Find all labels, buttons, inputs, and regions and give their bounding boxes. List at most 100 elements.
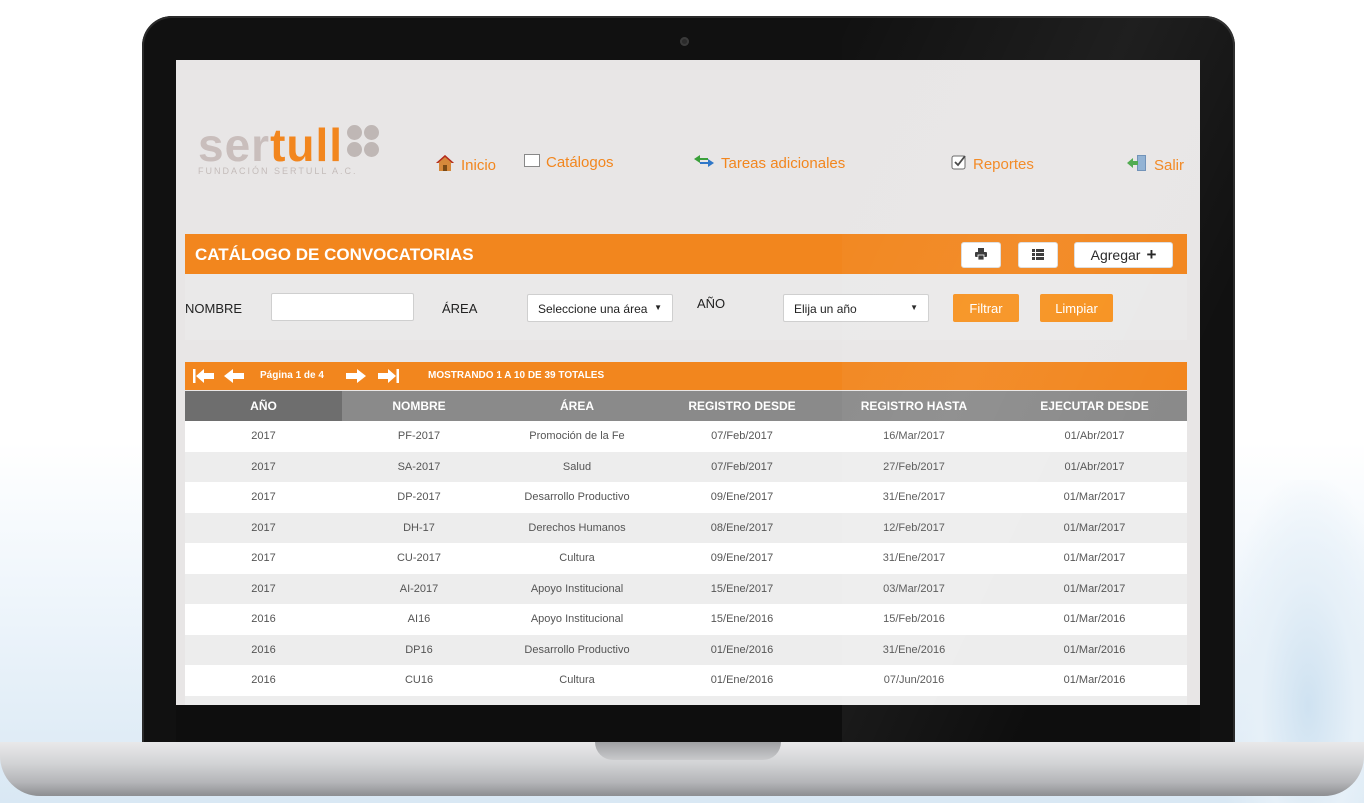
table-body: 2017 PF-2017 Promoción de la Fe 07/Feb/2…: [185, 421, 1187, 705]
nav-inicio[interactable]: Inicio: [435, 154, 496, 176]
cell-registro-desde: 09/Ene/2017: [710, 491, 774, 503]
cell-ejecutar-desde: 01/Mar/2017: [1063, 521, 1126, 534]
first-page-arrow-icon[interactable]: [193, 367, 215, 388]
prev-page-arrow-icon[interactable]: [223, 367, 245, 388]
cell-nombre: DH-17: [403, 521, 435, 534]
nombre-input[interactable]: [271, 293, 414, 321]
filtrar-button[interactable]: Filtrar: [953, 294, 1019, 322]
clover-icon: [347, 125, 381, 159]
app-header: sertull FUNDACIÓN SERTULL A.C. Inicio Ca…: [176, 60, 1200, 220]
cell-ejecutar-desde: 01/Mar/2016: [1063, 674, 1126, 686]
print-button[interactable]: [961, 242, 1001, 268]
list-icon: [1032, 247, 1044, 263]
table-row[interactable]: 2016 DP16 Desarrollo Productivo 01/Ene/2…: [185, 634, 1187, 665]
cell-registro-hasta: 07/Jun/2016: [883, 674, 945, 686]
table-row[interactable]: 2017 SA-2017 Salud 07/Feb/2017 27/Feb/20…: [185, 451, 1187, 482]
sertull-logo[interactable]: sertull FUNDACIÓN SERTULL A.C.: [198, 122, 381, 176]
cell-registro-hasta: 27/Feb/2017: [883, 460, 945, 473]
column-header-registro-hasta[interactable]: REGISTRO HASTA: [826, 391, 1002, 421]
list-view-button[interactable]: [1018, 242, 1058, 268]
cell-anio: 2017: [251, 460, 276, 473]
catalog-icon: [524, 154, 540, 171]
swap-arrows-icon: [693, 154, 715, 172]
nombre-label: NOMBRE: [185, 301, 243, 316]
column-header-area[interactable]: ÁREA: [496, 391, 658, 421]
cell-anio: 2016: [251, 674, 276, 686]
filter-bar: NOMBRE ÁREA Seleccione una área ▼ AÑO El…: [185, 274, 1187, 340]
app-screen: sertull FUNDACIÓN SERTULL A.C. Inicio Ca…: [176, 60, 1200, 705]
home-icon: [435, 154, 455, 176]
cell-area: Promoción de la Fe: [529, 430, 625, 442]
last-page-arrow-icon[interactable]: [377, 367, 399, 388]
results-summary: MOSTRANDO 1 A 10 DE 39 TOTALES: [428, 370, 605, 381]
cell-registro-desde: 15/Ene/2016: [710, 613, 774, 625]
cell-registro-desde: 08/Ene/2017: [710, 521, 774, 534]
nav-tareas-label: Tareas adicionales: [721, 154, 846, 172]
table-header: AÑO NOMBRE ÁREA REGISTRO DESDE REGISTRO …: [185, 391, 1187, 421]
cell-nombre: SA-2017: [397, 460, 441, 473]
limpiar-button[interactable]: Limpiar: [1040, 294, 1113, 322]
nav-tareas-adicionales[interactable]: Tareas adicionales: [693, 154, 845, 172]
cell-registro-desde: 07/Feb/2017: [711, 460, 773, 473]
cell-nombre: DP16: [405, 643, 433, 656]
add-button-label: Agregar: [1090, 247, 1141, 263]
cell-ejecutar-desde: 01/Abr/2017: [1064, 430, 1125, 442]
pagination-bar: Página 1 de 4 MOSTRANDO 1 A 10 DE 39 TOT…: [185, 362, 1187, 390]
logo-text-tull: tull: [270, 119, 344, 171]
cell-registro-desde: 01/Ene/2016: [710, 674, 774, 686]
column-header-registro-desde[interactable]: REGISTRO DESDE: [658, 391, 826, 421]
cell-registro-hasta: 15/Feb/2016: [883, 613, 945, 625]
cell-area: Cultura: [559, 674, 595, 686]
nav-reportes[interactable]: Reportes: [951, 154, 1034, 174]
camera-icon: [680, 37, 689, 46]
cell-ejecutar-desde: 01/Mar/2017: [1063, 582, 1126, 595]
next-page-arrow-icon[interactable]: [345, 367, 367, 388]
cell-registro-desde: 07/Feb/2017: [711, 430, 773, 442]
nav-salir-label: Salir: [1154, 156, 1185, 174]
table-row[interactable]: 2017 AI-2017 Apoyo Institucional 15/Ene/…: [185, 573, 1187, 604]
cell-area: Cultura: [559, 552, 595, 564]
cell-ejecutar-desde: 01/Mar/2016: [1063, 643, 1126, 656]
column-header-ejecutar-desde[interactable]: EJECUTAR DESDE: [1002, 391, 1187, 421]
table-row[interactable]: 2016 AI16 Apoyo Institucional 15/Ene/201…: [185, 604, 1187, 635]
table-row[interactable]: 2017 DH-17 Derechos Humanos 08/Ene/2017 …: [185, 512, 1187, 543]
anio-label: AÑO: [697, 296, 726, 311]
logo-text-ser: ser: [198, 119, 271, 171]
cell-nombre: DH16: [342, 696, 496, 706]
plus-icon: +: [1146, 245, 1157, 264]
logo-wordmark: sertull: [198, 122, 381, 168]
cell-ejecutar-desde: 01/Abr/2017: [1064, 460, 1125, 473]
laptop-bezel: sertull FUNDACIÓN SERTULL A.C. Inicio Ca…: [142, 16, 1235, 758]
table-row[interactable]: 2017 CU-2017 Cultura 09/Ene/2017 31/Ene/…: [185, 543, 1187, 574]
cell-anio: 2016: [251, 613, 276, 625]
cell-registro-desde: 09/Ene/2017: [710, 552, 774, 564]
table-row[interactable]: 2017 PF-2017 Promoción de la Fe 07/Feb/2…: [185, 421, 1187, 452]
cell-registro-hasta: 31/Ene/2017: [882, 552, 946, 564]
nav-salir[interactable]: Salir: [1126, 154, 1184, 176]
nav-inicio-label: Inicio: [461, 156, 497, 174]
cell-anio: 2016: [185, 696, 342, 706]
add-button[interactable]: Agregar +: [1074, 242, 1173, 268]
cell-registro-hasta: 03/Mar/2017: [883, 582, 945, 595]
area-select-value: Seleccione una área: [538, 302, 648, 316]
area-select[interactable]: Seleccione una área ▼: [527, 294, 673, 322]
column-header-anio[interactable]: AÑO: [185, 391, 342, 421]
cell-area: Desarrollo Productivo: [524, 491, 630, 503]
page-indicator: Página 1 de 4: [260, 370, 324, 381]
cell-nombre: CU-2017: [396, 552, 442, 564]
column-header-nombre[interactable]: NOMBRE: [342, 391, 496, 421]
table-row[interactable]: 2016 DH16 Derechos Humanos 08/Ene/2016 1…: [185, 695, 1187, 706]
page-title: CATÁLOGO DE CONVOCATORIAS: [195, 245, 474, 264]
laptop-hinge-notch: [595, 742, 781, 760]
anio-select[interactable]: Elija un año ▼: [783, 294, 929, 322]
nav-catalogos[interactable]: Catálogos: [524, 154, 614, 171]
cell-nombre: AI-2017: [399, 582, 439, 595]
cell-registro-hasta: 12/Feb/2017: [883, 521, 945, 534]
checkbox-report-icon: [951, 154, 967, 174]
cell-anio: 2017: [251, 491, 276, 503]
cell-anio: 2017: [251, 521, 276, 534]
table-row[interactable]: 2016 CU16 Cultura 01/Ene/2016 07/Jun/201…: [185, 665, 1187, 696]
nav-reportes-label: Reportes: [973, 155, 1034, 173]
logo-subtitle: FUNDACIÓN SERTULL A.C.: [198, 166, 358, 176]
table-row[interactable]: 2017 DP-2017 Desarrollo Productivo 09/En…: [185, 482, 1187, 513]
